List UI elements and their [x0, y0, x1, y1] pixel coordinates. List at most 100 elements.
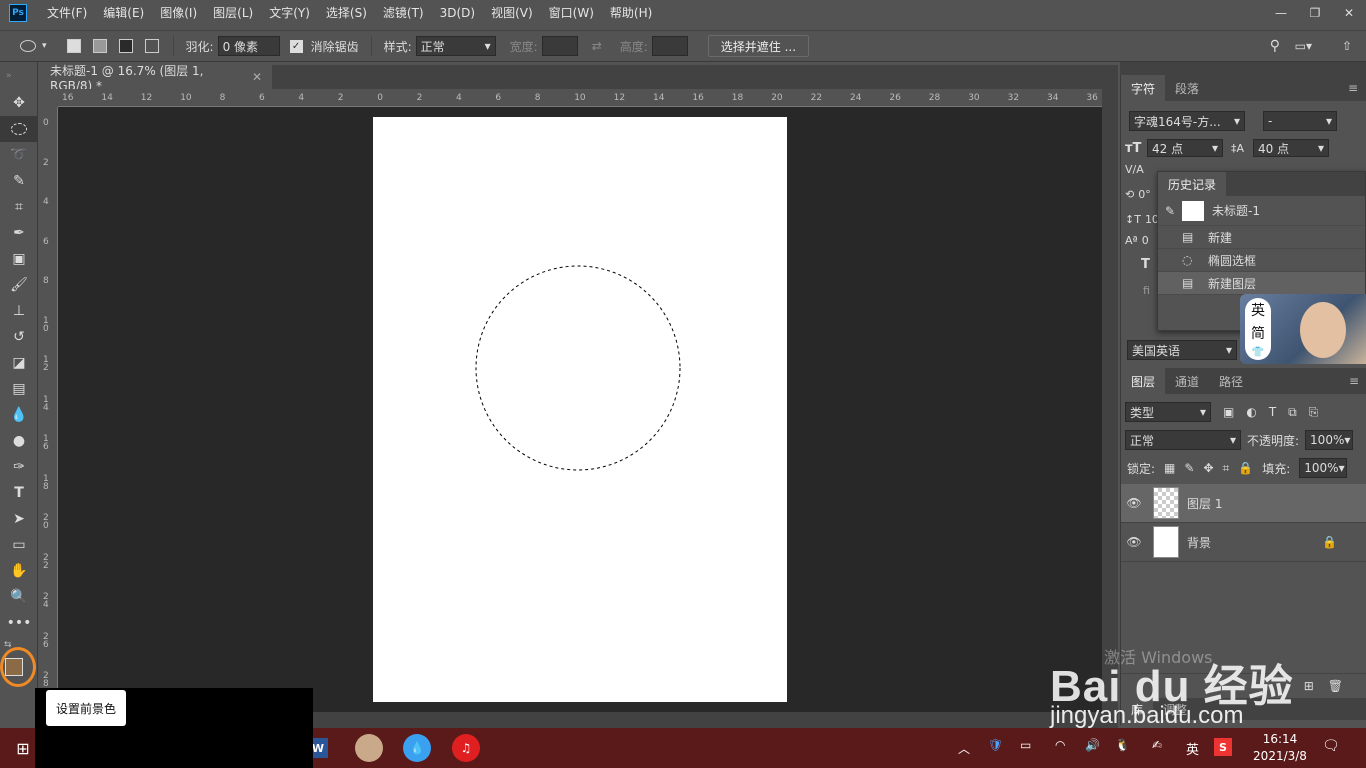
- select-and-mask-button[interactable]: 选择并遮住 ...: [707, 35, 810, 57]
- font-style-select[interactable]: - ▾: [1263, 111, 1337, 131]
- menu-type[interactable]: 文字(Y): [261, 4, 318, 21]
- style-select[interactable]: 正常 ▾: [415, 36, 496, 56]
- hand-tool-icon[interactable]: ✋: [0, 558, 38, 584]
- filter-shape-icon[interactable]: ⧉: [1288, 405, 1297, 420]
- water-drop-app-icon[interactable]: 💧: [403, 734, 431, 762]
- pen-icon[interactable]: ✍: [1152, 738, 1162, 752]
- restore-icon[interactable]: ❐: [1298, 0, 1332, 25]
- layer-row[interactable]: 👁 图层 1: [1121, 484, 1366, 523]
- elliptical-marquee-tool-icon[interactable]: [0, 116, 38, 142]
- history-brush-tool-icon[interactable]: ↺: [0, 324, 38, 350]
- vertical-scrollbar[interactable]: [1102, 89, 1118, 712]
- menu-3d[interactable]: 3D(D): [432, 6, 483, 20]
- menu-view[interactable]: 视图(V): [483, 4, 541, 21]
- lock-transparent-icon[interactable]: ▦: [1164, 461, 1175, 475]
- swap-colors-icon[interactable]: ⇆: [4, 640, 12, 650]
- crop-tool-icon[interactable]: ⌗: [0, 194, 38, 220]
- more-tools-icon[interactable]: •••: [0, 610, 38, 636]
- font-family-select[interactable]: 字魂164号-方... ▾: [1129, 111, 1245, 131]
- battery-icon[interactable]: ▭: [1020, 738, 1031, 752]
- ime-avatar-widget[interactable]: 英 简 👕: [1240, 294, 1366, 364]
- path-selection-tool-icon[interactable]: ➤: [0, 506, 38, 532]
- filter-pixel-icon[interactable]: ▣: [1223, 405, 1234, 419]
- menu-select[interactable]: 选择(S): [318, 4, 375, 21]
- close-tab-icon[interactable]: ✕: [252, 70, 262, 84]
- feather-input[interactable]: 0 像素: [217, 36, 280, 56]
- language-select[interactable]: 美国英语 ▾: [1127, 340, 1237, 360]
- intersect-selection-icon[interactable]: [144, 39, 159, 53]
- close-icon[interactable]: ✕: [1332, 0, 1366, 25]
- menu-file[interactable]: 文件(F): [39, 4, 95, 21]
- rectangle-tool-icon[interactable]: ▭: [0, 532, 38, 558]
- visibility-eye-icon[interactable]: 👁: [1121, 535, 1147, 549]
- subtract-selection-icon[interactable]: [118, 39, 133, 53]
- clock[interactable]: 16:14 2021/3/8: [1250, 731, 1310, 765]
- shield-icon[interactable]: 🛡: [988, 738, 1003, 752]
- visibility-eye-icon[interactable]: 👁: [1121, 496, 1147, 510]
- type-tool-icon[interactable]: T: [0, 480, 38, 506]
- sogou-icon[interactable]: S: [1214, 738, 1232, 756]
- tab-channels[interactable]: 通道: [1165, 368, 1209, 394]
- search-icon[interactable]: ⚲: [1270, 38, 1280, 54]
- volume-icon[interactable]: 🔊: [1085, 738, 1100, 752]
- eraser-tool-icon[interactable]: ◪: [0, 350, 38, 376]
- eyedropper-tool-icon[interactable]: ✒: [0, 220, 38, 246]
- elliptical-marquee-preset-icon[interactable]: [20, 40, 36, 52]
- height-input[interactable]: [651, 36, 688, 56]
- swap-icon[interactable]: ⇄: [592, 39, 602, 53]
- tab-layers[interactable]: 图层: [1121, 368, 1166, 394]
- clone-stamp-tool-icon[interactable]: ⊥: [0, 298, 38, 324]
- new-selection-icon[interactable]: [66, 39, 81, 53]
- tab-paragraph[interactable]: 段落: [1165, 75, 1209, 101]
- gradient-tool-icon[interactable]: ▤: [0, 376, 38, 402]
- healing-brush-tool-icon[interactable]: ▣: [0, 246, 38, 272]
- share-icon[interactable]: ⇧: [1342, 39, 1352, 53]
- tab-paths[interactable]: 路径: [1209, 368, 1253, 394]
- netease-music-icon[interactable]: ♫: [452, 734, 480, 762]
- lock-all-icon[interactable]: 🔒: [1238, 461, 1253, 475]
- chevron-down-icon[interactable]: ▾: [42, 41, 47, 51]
- layer-filter-select[interactable]: 类型 ▾: [1125, 402, 1211, 422]
- menu-help[interactable]: 帮助(H): [602, 4, 660, 21]
- filter-type-icon[interactable]: T: [1269, 405, 1276, 419]
- lock-position-icon[interactable]: ✥: [1203, 461, 1213, 475]
- lock-artboard-icon[interactable]: ⌗: [1223, 461, 1230, 476]
- menu-edit[interactable]: 编辑(E): [95, 4, 152, 21]
- quick-selection-tool-icon[interactable]: ✎: [0, 168, 38, 194]
- zoom-tool-icon[interactable]: 🔍: [0, 584, 38, 610]
- font-size-select[interactable]: 42 点 ▾: [1147, 139, 1223, 157]
- blur-tool-icon[interactable]: 💧: [0, 402, 38, 428]
- qq-icon[interactable]: 🐧: [1115, 738, 1130, 752]
- history-item[interactable]: ◌ 椭圆选框: [1158, 249, 1365, 272]
- photo-app-icon[interactable]: [355, 734, 383, 762]
- menu-filter[interactable]: 滤镜(T): [375, 4, 432, 21]
- panel-menu-icon[interactable]: ≡: [1341, 368, 1366, 394]
- lock-image-icon[interactable]: ✎: [1184, 461, 1194, 475]
- fill-input[interactable]: 100% ▾: [1299, 458, 1348, 478]
- move-tool-icon[interactable]: ✥: [0, 90, 38, 116]
- history-snapshot[interactable]: ✎ 未标题-1: [1158, 196, 1365, 226]
- opacity-input[interactable]: 100% ▾: [1305, 430, 1354, 450]
- width-input[interactable]: [541, 36, 578, 56]
- history-item[interactable]: ▤ 新建: [1158, 226, 1365, 249]
- wifi-icon[interactable]: ◠: [1055, 738, 1065, 752]
- workspace-icon[interactable]: ▭▾: [1295, 39, 1312, 53]
- foreground-color-swatch[interactable]: [5, 658, 23, 676]
- panel-collapse-icon[interactable]: »: [0, 62, 37, 90]
- blend-mode-select[interactable]: 正常 ▾: [1125, 430, 1241, 450]
- notification-icon[interactable]: 🗨: [1322, 738, 1340, 754]
- add-selection-icon[interactable]: [92, 39, 107, 53]
- layer-row[interactable]: 👁 背景 🔒: [1121, 523, 1366, 562]
- antialias-checkbox[interactable]: ✓: [289, 39, 303, 53]
- lasso-tool-icon[interactable]: ➰: [0, 142, 38, 168]
- leading-select[interactable]: 40 点 ▾: [1253, 139, 1329, 157]
- brush-tool-icon[interactable]: 🖌: [0, 272, 38, 298]
- history-panel-title[interactable]: 历史记录: [1158, 172, 1227, 196]
- filter-adjustment-icon[interactable]: ◐: [1246, 405, 1256, 419]
- document-tab[interactable]: 未标题-1 @ 16.7% (图层 1, RGB/8) * ✕: [40, 64, 272, 93]
- panel-menu-icon[interactable]: ≡: [1340, 75, 1366, 101]
- pen-tool-icon[interactable]: ✑: [0, 454, 38, 480]
- filter-smart-icon[interactable]: ⎘: [1309, 405, 1319, 420]
- chevron-up-icon[interactable]: ︿: [958, 740, 970, 757]
- tab-character[interactable]: 字符: [1121, 75, 1166, 101]
